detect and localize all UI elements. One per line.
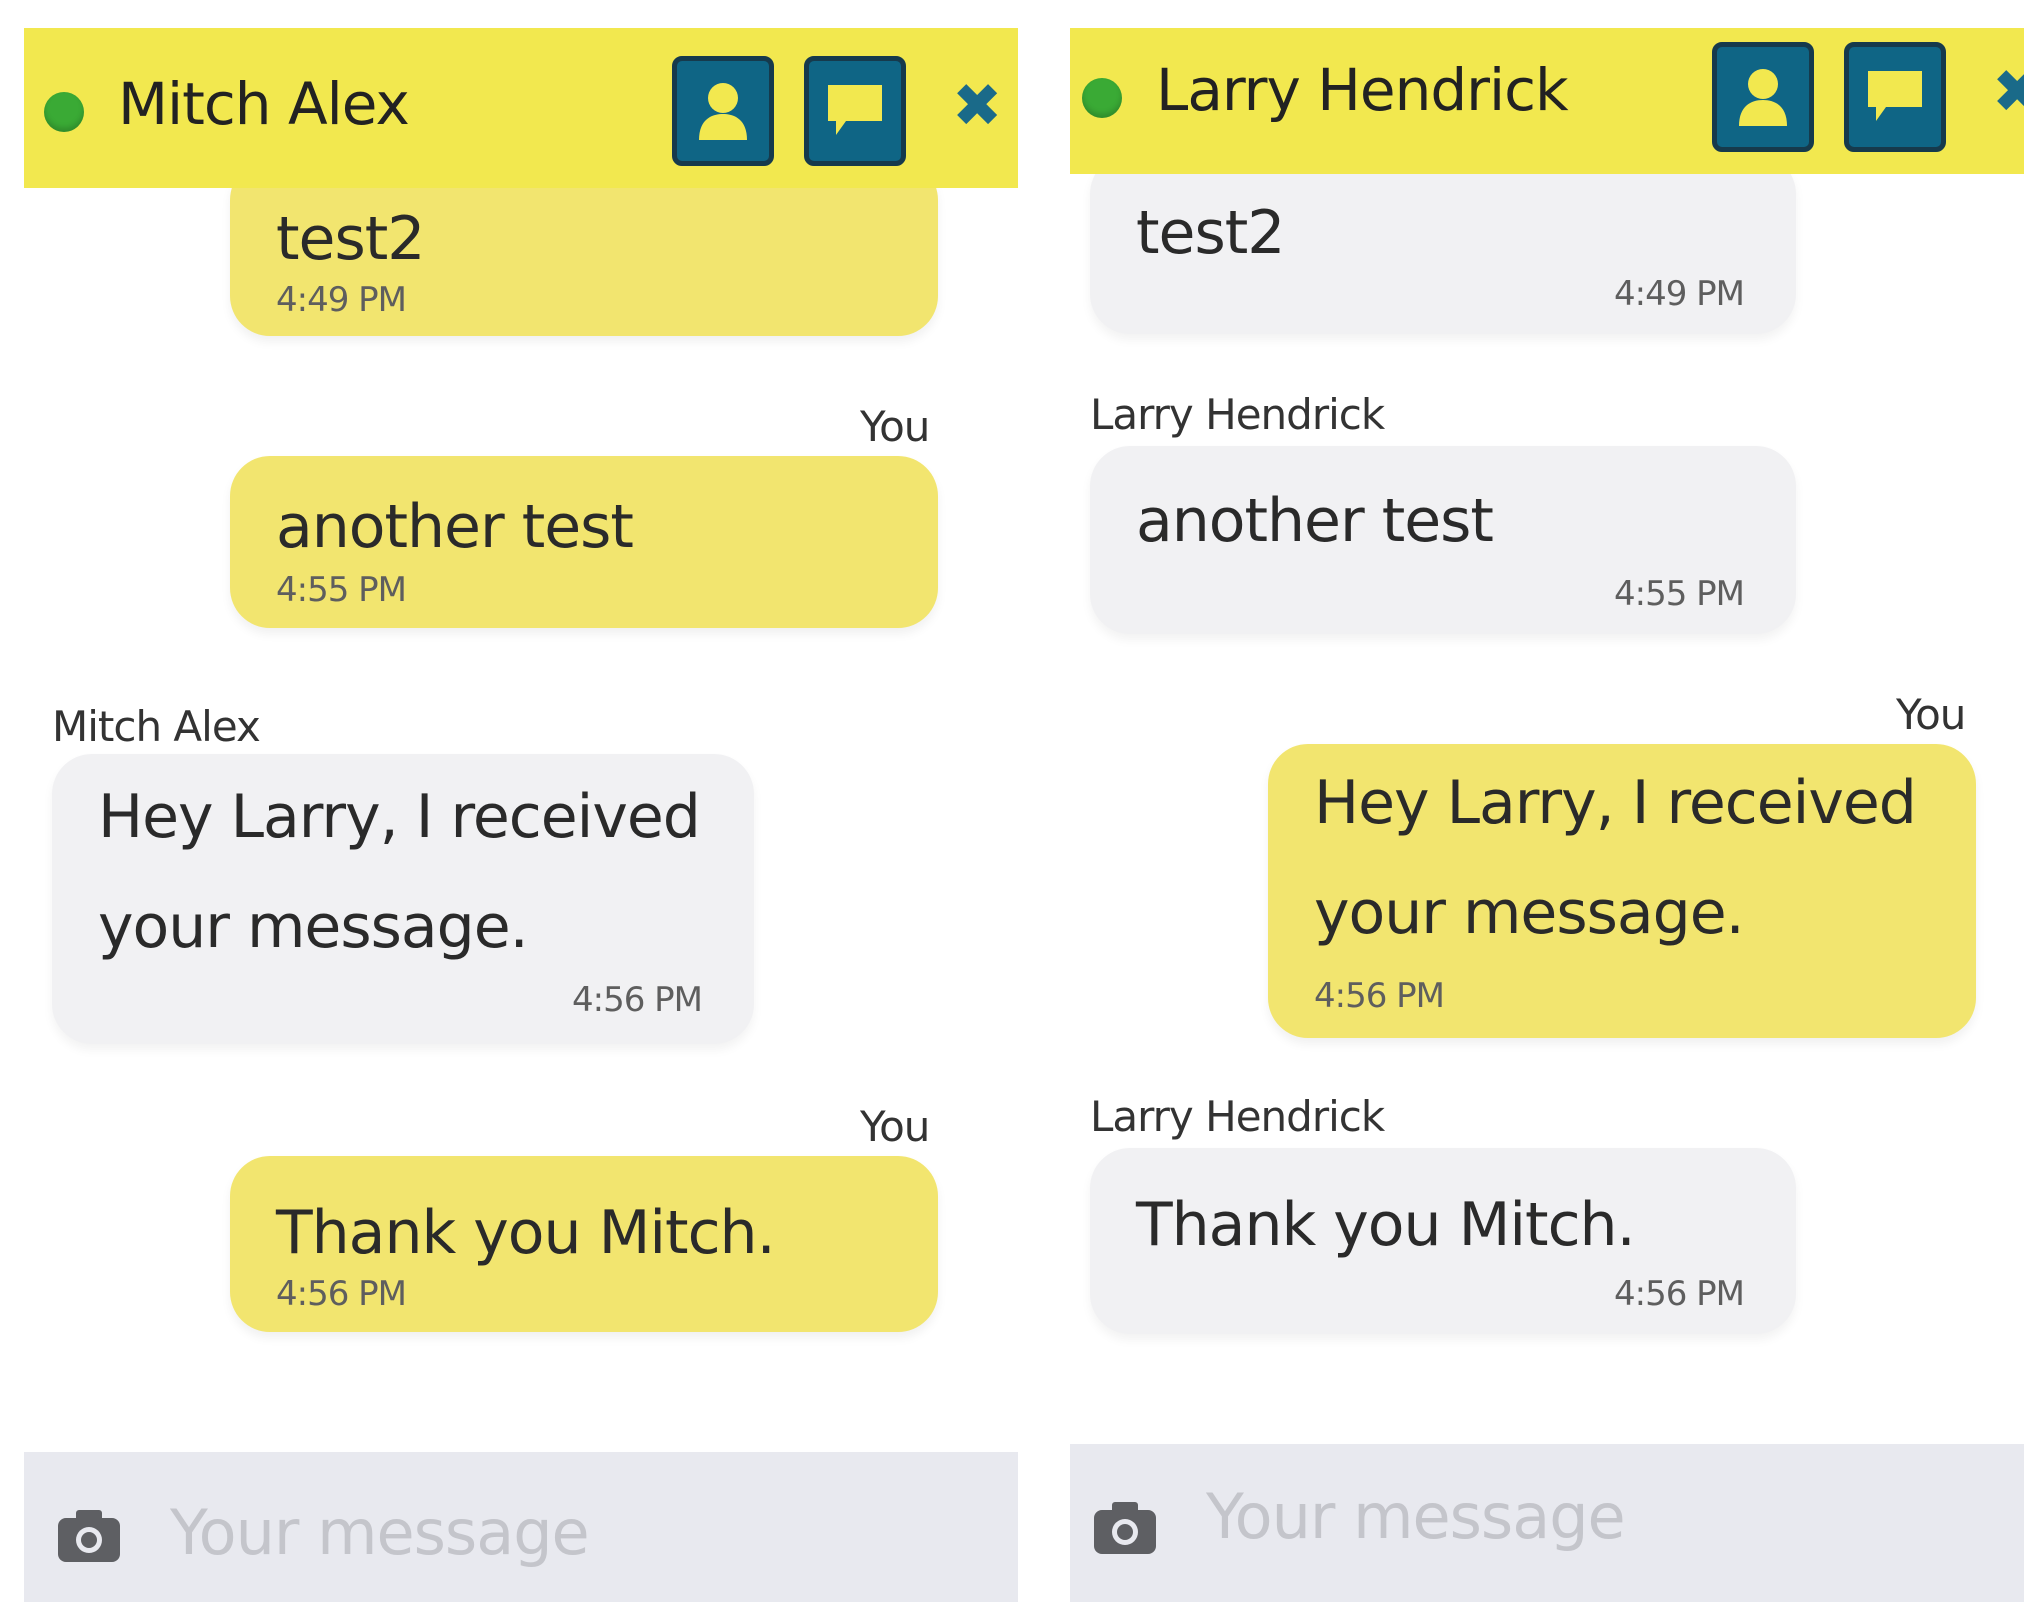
chat-header: Larry Hendrick ✖ xyxy=(1070,28,2024,174)
message-text: Hey Larry, I received your message. xyxy=(1314,768,1917,948)
message-input[interactable] xyxy=(1206,1466,1986,1566)
close-icon[interactable]: ✖ xyxy=(952,76,1002,136)
speech-bubble-icon xyxy=(828,85,882,135)
contact-name: Mitch Alex xyxy=(118,70,410,138)
open-chat-button[interactable] xyxy=(1844,42,1946,152)
view-profile-button[interactable] xyxy=(672,56,774,166)
message-timestamp: 4:56 PM xyxy=(1314,976,1445,1016)
contact-name: Larry Hendrick xyxy=(1156,56,1569,124)
message-input[interactable] xyxy=(170,1482,990,1582)
message-bubble: another test 4:55 PM xyxy=(230,456,938,628)
message-bubble: Hey Larry, I received your message. 4:56… xyxy=(1268,744,1976,1038)
message-sender-label: Larry Hendrick xyxy=(1090,390,1385,439)
camera-icon[interactable] xyxy=(56,1506,122,1564)
open-chat-button[interactable] xyxy=(804,56,906,166)
user-profile-icon xyxy=(1739,69,1787,126)
message-bubble: Thank you Mitch. 4:56 PM xyxy=(230,1156,938,1332)
message-composer xyxy=(1070,1444,2024,1602)
chat-header: Mitch Alex ✖ xyxy=(24,28,1018,188)
chat-window-mitch-alex: test2 4:49 PM You another test 4:55 PM M… xyxy=(24,28,1018,1602)
message-timestamp: 4:56 PM xyxy=(572,980,703,1020)
message-sender-label: You xyxy=(860,1102,930,1151)
message-bubble: Thank you Mitch. 4:56 PM xyxy=(1090,1148,1796,1334)
message-sender-label: You xyxy=(1896,690,1966,739)
message-text: test2 xyxy=(276,204,425,274)
message-text: Thank you Mitch. xyxy=(1136,1190,1636,1260)
message-composer xyxy=(24,1452,1018,1602)
message-timestamp: 4:56 PM xyxy=(1614,1274,1745,1314)
view-profile-button[interactable] xyxy=(1712,42,1814,152)
message-timestamp: 4:56 PM xyxy=(276,1274,407,1314)
message-text: test2 xyxy=(1136,198,1285,268)
message-bubble: test2 4:49 PM xyxy=(1090,154,1796,334)
message-timestamp: 4:55 PM xyxy=(1614,574,1745,614)
close-icon[interactable]: ✖ xyxy=(1992,62,2024,122)
message-timestamp: 4:49 PM xyxy=(276,280,407,320)
message-timestamp: 4:49 PM xyxy=(1614,274,1745,314)
message-sender-label: Larry Hendrick xyxy=(1090,1092,1385,1141)
message-text: another test xyxy=(1136,486,1494,556)
message-timestamp: 4:55 PM xyxy=(276,570,407,610)
message-text: Hey Larry, I received your message. xyxy=(98,782,701,962)
camera-icon[interactable] xyxy=(1092,1498,1158,1556)
online-status-icon xyxy=(44,92,84,132)
message-text: another test xyxy=(276,492,634,562)
online-status-icon xyxy=(1082,78,1122,118)
message-sender-label: You xyxy=(860,402,930,451)
user-profile-icon xyxy=(699,83,747,140)
message-text: Thank you Mitch. xyxy=(276,1198,776,1268)
speech-bubble-icon xyxy=(1868,71,1922,121)
message-bubble: Hey Larry, I received your message. 4:56… xyxy=(52,754,754,1044)
message-bubble: another test 4:55 PM xyxy=(1090,446,1796,634)
chat-comparison-screen: test2 4:49 PM You another test 4:55 PM M… xyxy=(0,0,2024,1602)
chat-window-larry-hendrick: test2 4:49 PM Larry Hendrick another tes… xyxy=(1070,28,2024,1602)
message-sender-label: Mitch Alex xyxy=(52,702,261,751)
